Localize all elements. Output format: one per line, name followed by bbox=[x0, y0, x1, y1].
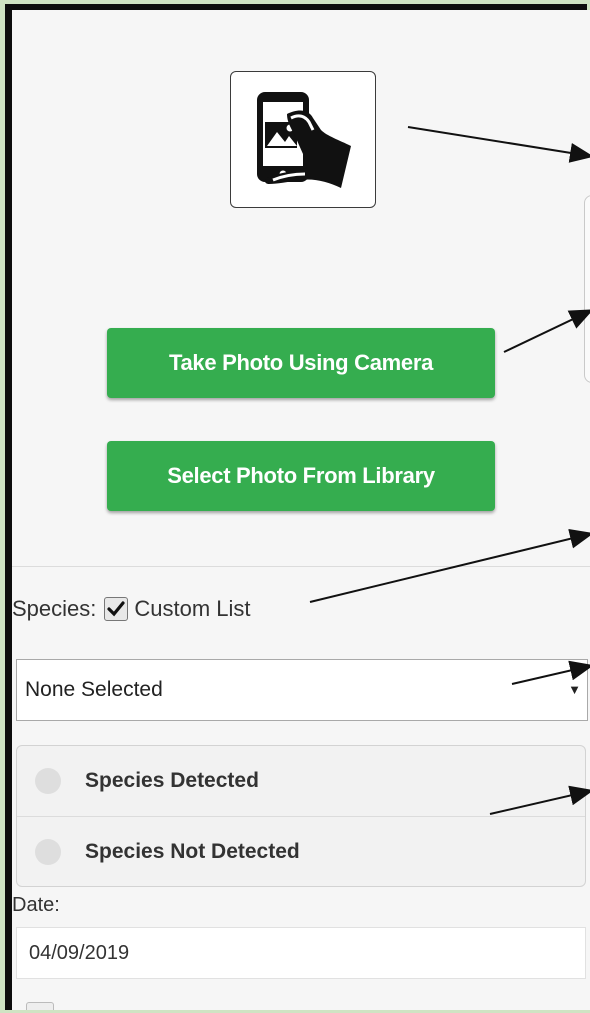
dropdown-caret-icon: ▼ bbox=[568, 682, 581, 697]
date-label: Date: bbox=[12, 894, 60, 916]
hand-holding-phone-photo-icon bbox=[257, 91, 351, 188]
radio-circle-icon bbox=[35, 839, 61, 865]
radio-label: Species Not Detected bbox=[85, 840, 300, 863]
bottom-checkbox[interactable] bbox=[26, 1002, 54, 1010]
radio-species-not-detected[interactable]: Species Not Detected bbox=[17, 817, 585, 887]
species-select-value: None Selected bbox=[25, 678, 163, 701]
checkmark-icon bbox=[107, 601, 125, 617]
custom-list-checkbox[interactable] bbox=[104, 597, 129, 621]
detection-radio-group: Species Detected Species Not Detected bbox=[16, 745, 586, 887]
radio-label: Species Detected bbox=[85, 769, 259, 792]
side-panel-edge bbox=[584, 195, 590, 383]
species-label: Species: bbox=[12, 596, 97, 621]
radio-circle-icon bbox=[35, 768, 61, 794]
section-divider bbox=[12, 566, 590, 567]
species-row: Species: Custom List bbox=[12, 593, 251, 625]
select-photo-button[interactable]: Select Photo From Library bbox=[107, 441, 495, 511]
date-input[interactable] bbox=[16, 927, 586, 979]
photo-icon-button[interactable] bbox=[230, 71, 376, 208]
form-screen: Take Photo Using Camera Select Photo Fro… bbox=[12, 10, 590, 1010]
take-photo-button[interactable]: Take Photo Using Camera bbox=[107, 328, 495, 398]
species-select[interactable]: None Selected ▼ bbox=[16, 659, 588, 721]
custom-list-label[interactable]: Custom List bbox=[134, 596, 250, 622]
radio-species-detected[interactable]: Species Detected bbox=[17, 746, 585, 817]
